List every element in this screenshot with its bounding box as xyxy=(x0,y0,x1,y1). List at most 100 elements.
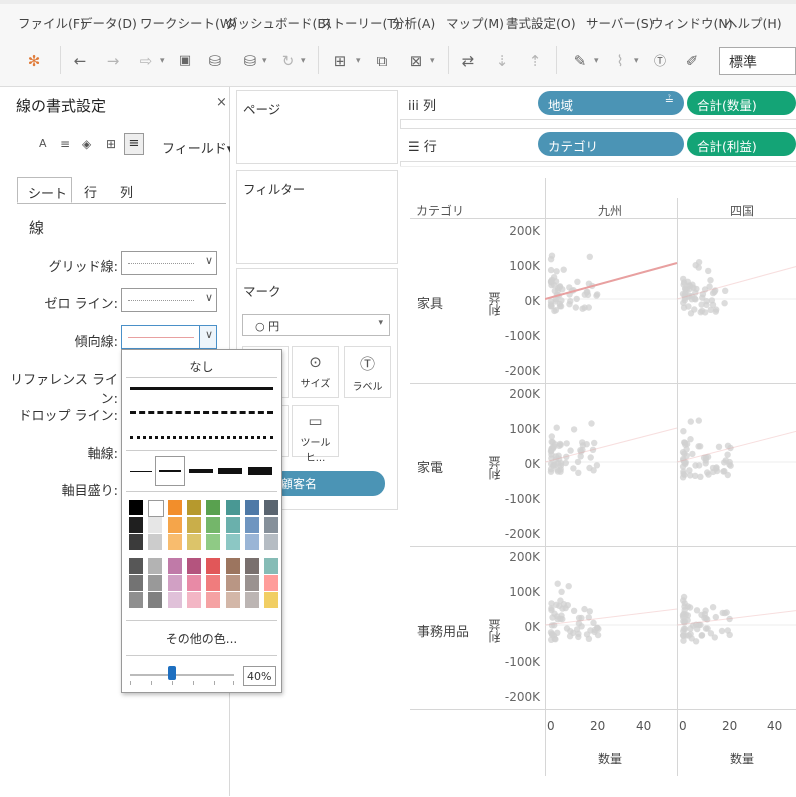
line-width-3[interactable] xyxy=(189,456,213,486)
color-swatch[interactable] xyxy=(167,592,182,608)
color-swatch[interactable] xyxy=(244,517,259,533)
font-format-icon[interactable]: A xyxy=(39,137,47,150)
color-swatch[interactable] xyxy=(225,534,240,550)
menu-format[interactable]: 書式設定(O) xyxy=(506,13,576,32)
line-width-5[interactable] xyxy=(248,456,272,486)
tab-columns[interactable]: 列 xyxy=(110,177,144,203)
color-swatch[interactable] xyxy=(186,500,201,515)
borders-format-icon[interactable]: ⊞ xyxy=(106,137,116,151)
color-swatch[interactable] xyxy=(244,575,259,591)
color-swatch[interactable] xyxy=(206,500,221,515)
color-swatch[interactable] xyxy=(186,592,201,608)
profit-sum-pill[interactable]: 合計(利益) xyxy=(687,132,796,156)
lines-format-icon[interactable]: ≡ xyxy=(124,133,144,155)
color-swatch[interactable] xyxy=(148,558,163,574)
chevron-down-icon[interactable]: ▾ xyxy=(634,56,639,66)
fields-dropdown[interactable]: フィールド▾ xyxy=(162,138,233,157)
chevron-down-icon[interactable]: ▾ xyxy=(594,56,599,66)
save-icon[interactable]: ▣ xyxy=(175,52,195,70)
chevron-down-icon[interactable]: ▾ xyxy=(430,56,435,66)
opacity-slider-track[interactable] xyxy=(130,674,234,676)
color-swatch[interactable] xyxy=(186,534,201,550)
color-swatch[interactable] xyxy=(129,558,143,574)
color-swatch[interactable] xyxy=(264,517,279,533)
line-style-solid[interactable] xyxy=(130,387,273,390)
forward-arrow-icon[interactable]: → xyxy=(103,52,123,70)
color-swatch[interactable] xyxy=(186,558,201,574)
line-style-dotted[interactable] xyxy=(130,436,273,439)
menu-map[interactable]: マップ(M) xyxy=(446,13,504,32)
menu-server[interactable]: サーバー(S) xyxy=(586,13,654,32)
region-pill[interactable]: 地域 ≟ xyxy=(538,91,684,115)
more-colors-button[interactable]: その他の色... xyxy=(122,630,281,647)
color-swatch[interactable] xyxy=(167,575,182,591)
menu-worksheet[interactable]: ワークシート(W) xyxy=(140,13,237,32)
line-width-1[interactable] xyxy=(130,456,152,486)
color-swatch[interactable] xyxy=(264,500,279,515)
color-swatch[interactable] xyxy=(264,558,279,574)
redo-icon[interactable]: ⇨ xyxy=(136,52,156,70)
line-style-dashed[interactable] xyxy=(130,411,273,414)
customer-name-pill[interactable]: 顧客名 xyxy=(271,471,385,496)
back-arrow-icon[interactable]: ← xyxy=(70,52,90,70)
color-swatch[interactable] xyxy=(206,517,221,533)
chevron-down-icon[interactable]: ▾ xyxy=(160,56,165,66)
color-swatch[interactable] xyxy=(148,575,163,591)
color-swatch[interactable] xyxy=(167,517,182,533)
color-swatch[interactable] xyxy=(148,517,163,533)
highlight-icon[interactable]: ✎ xyxy=(570,52,590,70)
new-worksheet-icon[interactable]: ⊞ xyxy=(330,52,350,70)
color-swatch[interactable] xyxy=(148,592,163,608)
tab-rows[interactable]: 行 xyxy=(74,177,108,203)
color-swatch[interactable] xyxy=(167,534,182,550)
refresh-icon[interactable]: ↻ xyxy=(278,52,298,70)
color-swatch[interactable] xyxy=(225,517,240,533)
menu-dashboard[interactable]: ダッシュボード(B) xyxy=(225,13,331,32)
sort-descending-icon[interactable]: ⇡ xyxy=(525,52,545,70)
color-swatch[interactable] xyxy=(129,517,143,533)
show-labels-icon[interactable]: Ⓣ xyxy=(650,52,670,70)
color-swatch[interactable] xyxy=(148,534,163,550)
alignment-format-icon[interactable]: ≡ xyxy=(60,137,70,151)
color-swatch[interactable] xyxy=(206,534,221,550)
close-icon[interactable]: × xyxy=(216,95,227,110)
color-swatch[interactable] xyxy=(206,575,221,591)
opacity-value-field[interactable]: 40% xyxy=(243,666,276,686)
color-swatch[interactable] xyxy=(206,558,221,574)
color-swatch[interactable] xyxy=(206,592,221,608)
color-swatch[interactable] xyxy=(167,558,182,574)
menu-story[interactable]: ストーリー(T) xyxy=(320,13,400,32)
trend-lines-dropdown[interactable]: ∨ xyxy=(121,325,217,349)
group-icon[interactable]: ⌇ xyxy=(610,52,630,70)
chevron-down-icon[interactable]: ▾ xyxy=(301,56,306,66)
clear-sheet-icon[interactable]: ⊠ xyxy=(406,52,426,70)
menu-help[interactable]: ヘルプ(H) xyxy=(725,13,782,32)
color-swatch[interactable] xyxy=(225,592,240,608)
tab-sheet[interactable]: シート xyxy=(17,177,72,203)
color-swatch[interactable] xyxy=(225,558,240,574)
color-swatch[interactable] xyxy=(225,575,240,591)
color-swatch[interactable] xyxy=(148,500,165,517)
grid-lines-dropdown[interactable]: ∨ xyxy=(121,251,217,275)
fit-select[interactable]: 標準 xyxy=(719,47,796,75)
line-width-2[interactable] xyxy=(155,456,185,486)
color-swatch[interactable] xyxy=(129,575,143,591)
color-swatch[interactable] xyxy=(129,534,143,550)
chevron-down-icon[interactable]: ▾ xyxy=(356,56,361,66)
color-swatch[interactable] xyxy=(186,575,201,591)
pause-updates-icon[interactable]: ⛁ xyxy=(240,52,260,70)
color-swatch[interactable] xyxy=(225,500,240,515)
color-swatch[interactable] xyxy=(186,517,201,533)
color-swatch[interactable] xyxy=(244,558,259,574)
color-swatch[interactable] xyxy=(129,500,143,515)
color-swatch[interactable] xyxy=(129,592,143,608)
shading-format-icon[interactable]: ◈ xyxy=(82,137,91,151)
opacity-slider-thumb[interactable] xyxy=(167,666,176,680)
pin-icon[interactable]: ✐ xyxy=(682,52,702,70)
color-swatch[interactable] xyxy=(244,500,259,515)
line-width-4[interactable] xyxy=(218,456,242,486)
size-mark-button[interactable]: ⊙ サイズ xyxy=(292,346,339,398)
menu-analysis[interactable]: 分析(A) xyxy=(392,13,435,32)
color-swatch[interactable] xyxy=(167,500,182,515)
chevron-down-icon[interactable]: ▾ xyxy=(262,56,267,66)
